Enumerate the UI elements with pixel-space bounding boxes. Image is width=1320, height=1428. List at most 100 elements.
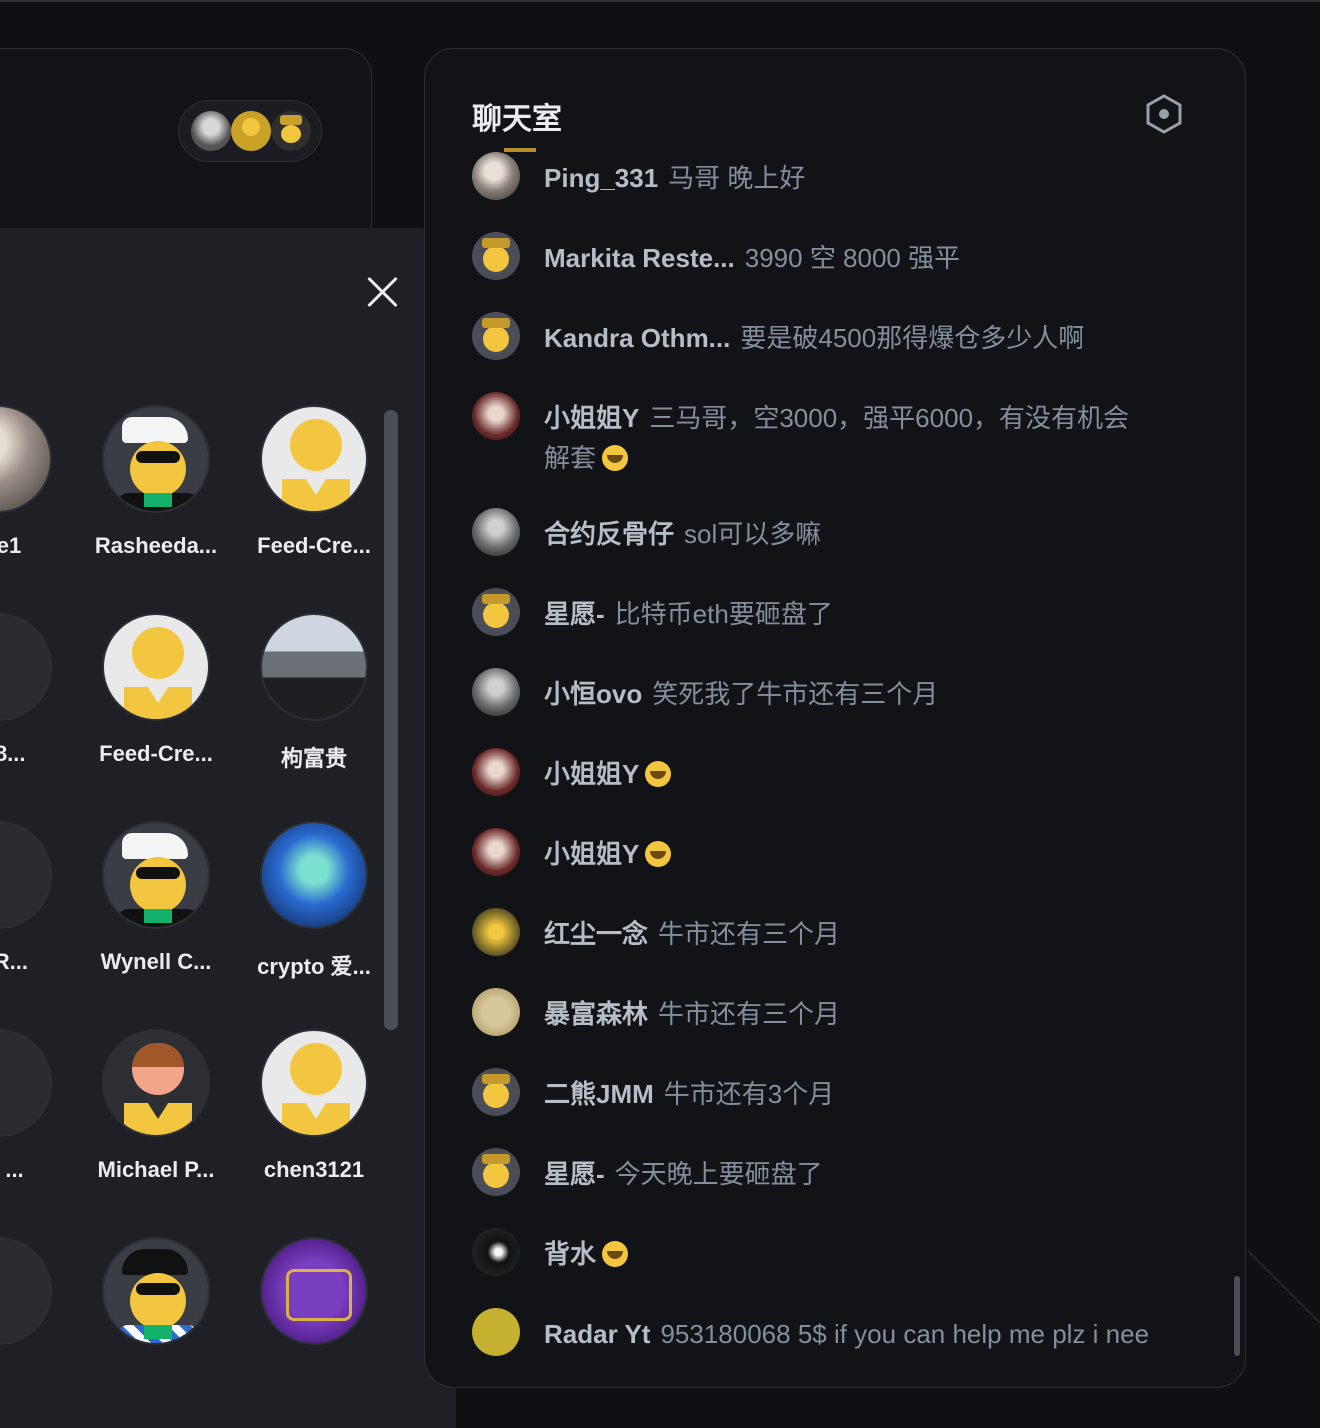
viewer-name: ira ... xyxy=(0,1157,24,1182)
chat-message: Markita Reste... 3990 空 8000 强平 xyxy=(472,232,1212,280)
viewer-avatar xyxy=(260,1237,368,1345)
viewer-item[interactable]: Rasheeda... xyxy=(81,405,231,559)
user-avatar[interactable] xyxy=(472,1228,520,1276)
chat-message: Radar Yt 953180068 5$ if you can help me … xyxy=(472,1308,1212,1356)
chat-text: 今天晚上要砸盘了 xyxy=(614,1159,823,1189)
viewer-avatar xyxy=(0,1029,52,1137)
chat-text: 牛市还有3个月 xyxy=(663,1079,835,1109)
user-avatar[interactable] xyxy=(472,668,520,716)
viewer-item[interactable]: Wynell C... xyxy=(81,821,231,975)
chat-message: 合约反骨仔 sol可以多嘛 xyxy=(472,508,1212,556)
chat-message: 星愿- 今天晚上要砸盘了 xyxy=(472,1148,1212,1196)
viewer-avatar xyxy=(271,111,311,151)
chat-text: 953180068 5$ if you can help me plz i ne… xyxy=(660,1319,1150,1349)
chat-text: 马哥 晚上好 xyxy=(668,163,806,193)
viewer-name: crypto 爱... xyxy=(257,954,371,979)
chat-username[interactable]: 合约反骨仔 xyxy=(544,519,674,549)
laughing-face-emoji xyxy=(602,1241,629,1267)
chat-username[interactable]: 小恒ovo xyxy=(544,679,642,709)
viewer-item[interactable]: Feed-Cre... xyxy=(239,405,389,559)
chat-message: 暴富森林 牛市还有三个月 xyxy=(472,988,1212,1036)
chat-message: 小恒ovo 笑死我了牛市还有三个月 xyxy=(472,668,1212,716)
chat-text: 牛市还有三个月 xyxy=(658,919,841,949)
chat-message: 小姐姐Y xyxy=(472,828,1212,876)
viewer-avatar xyxy=(102,405,210,513)
chat-username[interactable]: 小姐姐Y xyxy=(544,403,639,433)
user-avatar[interactable] xyxy=(472,152,520,200)
chat-message: Ping_331 马哥 晚上好 xyxy=(472,152,1212,200)
viewer-avatar xyxy=(231,111,271,151)
chat-username[interactable]: Radar Yt xyxy=(544,1319,650,1349)
crying-face-emoji xyxy=(645,841,672,867)
chat-username[interactable]: 背水 xyxy=(544,1239,596,1269)
chat-username[interactable]: 二熊JMM xyxy=(544,1079,654,1109)
top-border xyxy=(0,0,1320,2)
user-avatar[interactable] xyxy=(472,908,520,956)
viewer-name: ure1 xyxy=(0,533,22,558)
viewer-item[interactable] xyxy=(81,1237,231,1345)
chat-message: 二熊JMM 牛市还有3个月 xyxy=(472,1068,1212,1116)
viewer-name: Wynell C... xyxy=(100,949,212,974)
chat-text: 牛市还有三个月 xyxy=(658,999,841,1029)
user-avatar[interactable] xyxy=(472,1068,520,1116)
viewer-item[interactable]: 枸富贵 xyxy=(239,613,389,773)
chat-scrollbar[interactable] xyxy=(1234,1276,1240,1356)
user-avatar[interactable] xyxy=(472,588,520,636)
viewer-item[interactable]: Michael P... xyxy=(81,1029,231,1183)
chat-username[interactable]: 小姐姐Y xyxy=(544,839,639,869)
viewer-avatar xyxy=(0,821,52,929)
chat-message: 星愿- 比特币eth要砸盘了 xyxy=(472,588,1212,636)
chat-text: 三马哥，空3000，强平6000，有没有机会 xyxy=(649,403,1130,433)
viewer-avatar xyxy=(191,111,231,151)
viewer-item[interactable] xyxy=(239,1237,389,1345)
viewer-item[interactable]: ure1 xyxy=(0,405,73,559)
chat-text: 笑死我了牛市还有三个月 xyxy=(652,679,939,709)
viewer-avatars-button[interactable] xyxy=(178,100,322,162)
viewer-item[interactable]: crypto 爱... xyxy=(239,821,389,981)
chat-username[interactable]: 星愿- xyxy=(544,1159,605,1189)
viewer-avatar xyxy=(260,613,368,721)
chat-text-cont: 解套 xyxy=(544,443,597,473)
user-avatar[interactable] xyxy=(472,1148,520,1196)
user-avatar[interactable] xyxy=(472,748,520,796)
user-avatar[interactable] xyxy=(472,312,520,360)
viewer-item[interactable]: Feed-Cre... xyxy=(81,613,231,767)
chat-text: 要是破4500那得爆仓多少人啊 xyxy=(740,323,1085,353)
decorative-line xyxy=(1247,1250,1320,1337)
viewer-name: Feed-Cre... xyxy=(257,533,371,558)
chat-username[interactable]: Markita Reste... xyxy=(544,243,735,273)
chat-username[interactable]: 暴富森林 xyxy=(544,999,648,1029)
user-avatar[interactable] xyxy=(472,1308,520,1356)
viewer-item[interactable]: ta R... xyxy=(0,821,73,975)
viewer-avatar xyxy=(102,1029,210,1137)
user-avatar[interactable] xyxy=(472,988,520,1036)
chat-username[interactable]: 红尘一念 xyxy=(544,919,648,949)
chat-username[interactable]: Ping_331 xyxy=(544,163,658,193)
viewer-avatar xyxy=(0,1237,52,1345)
chat-message: 背水 xyxy=(472,1228,1212,1276)
chat-username[interactable]: 小姐姐Y xyxy=(544,759,639,789)
viewer-name: chen3121 xyxy=(263,1157,365,1182)
hexagon-settings-icon[interactable] xyxy=(1142,92,1186,136)
close-icon[interactable] xyxy=(362,272,402,312)
user-avatar[interactable] xyxy=(472,828,520,876)
viewer-avatar xyxy=(102,1237,210,1345)
chat-username[interactable]: Kandra Othm... xyxy=(544,323,730,353)
chat-message: 小姐姐Y xyxy=(472,748,1212,796)
viewer-item[interactable]: chen3121 xyxy=(239,1029,389,1183)
viewer-item[interactable]: e88... xyxy=(0,613,73,767)
viewer-name: Feed-Cre... xyxy=(99,741,213,766)
crying-face-emoji xyxy=(602,445,629,471)
viewer-avatar xyxy=(260,405,368,513)
user-avatar[interactable] xyxy=(472,232,520,280)
chat-username[interactable]: 星愿- xyxy=(544,599,605,629)
crying-face-emoji xyxy=(645,761,672,787)
viewer-avatar xyxy=(0,405,52,513)
viewer-item[interactable] xyxy=(0,1237,73,1345)
user-avatar[interactable] xyxy=(472,392,520,440)
chat-text: sol可以多嘛 xyxy=(684,519,822,549)
viewer-avatar xyxy=(102,613,210,721)
viewer-avatar xyxy=(102,821,210,929)
user-avatar[interactable] xyxy=(472,508,520,556)
viewer-item[interactable]: ira ... xyxy=(0,1029,73,1183)
